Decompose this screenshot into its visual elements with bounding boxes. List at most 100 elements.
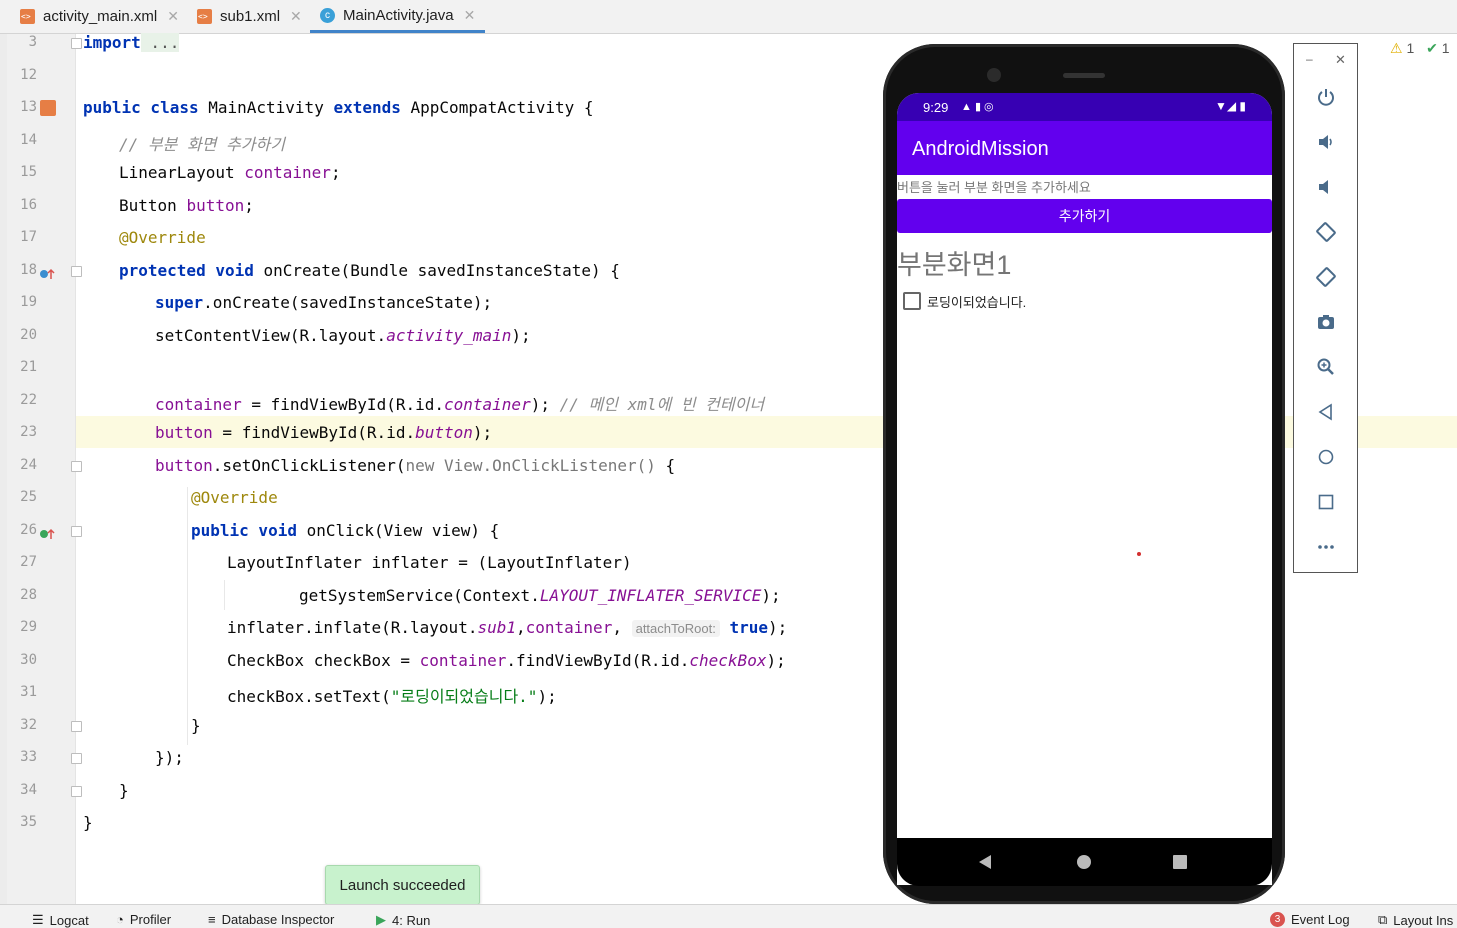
rotate-left-icon[interactable] <box>1314 220 1338 244</box>
anonymous-class: new View.OnClickListener() <box>405 456 656 475</box>
code-line-15[interactable]: LinearLayout container; <box>83 163 341 182</box>
code-line-29[interactable]: inflater.inflate(R.layout.sub1,container… <box>83 618 787 637</box>
add-button[interactable]: 추가하기 <box>897 199 1272 233</box>
line-number: 23 <box>20 424 37 440</box>
zoom-icon[interactable] <box>1314 355 1338 379</box>
fold-toggle[interactable] <box>71 526 82 537</box>
fold-toggle[interactable] <box>71 753 82 764</box>
database-inspector-tab[interactable]: ≡ Database Inspector <box>208 912 334 927</box>
tab-mainactivity-java[interactable]: c MainActivity.java ✕ <box>310 0 486 33</box>
code-line-32[interactable]: } <box>83 716 201 735</box>
tab-label: Event Log <box>1291 912 1350 927</box>
code-line-13[interactable]: public class MainActivity extends AppCom… <box>83 98 594 117</box>
close-icon[interactable]: ✕ <box>1335 52 1346 68</box>
field-name: button <box>186 196 245 215</box>
camera-icon[interactable] <box>1314 310 1338 334</box>
minimize-icon[interactable]: – <box>1306 52 1313 66</box>
tab-sub1-xml[interactable]: sub1.xml ✕ <box>197 0 302 33</box>
android-status-bar: 9:29 ▲ ▮ ◎ ▼◢ ▮ <box>897 93 1272 121</box>
fold-toggle[interactable] <box>71 721 82 732</box>
more-icon[interactable] <box>1314 535 1338 559</box>
code-line-33[interactable]: }); <box>83 748 184 767</box>
code-text: ); <box>511 326 531 345</box>
code-line-19[interactable]: super.onCreate(savedInstanceState); <box>83 293 492 312</box>
folded-imports[interactable]: ... <box>140 33 180 52</box>
volume-up-icon[interactable] <box>1314 130 1338 154</box>
code-line-30[interactable]: CheckBox checkBox = container.findViewBy… <box>83 651 786 670</box>
code-line-27[interactable]: LayoutInflater inflater = (LayoutInflate… <box>83 553 632 572</box>
profiler-tab[interactable]: ◔ Profiler <box>116 912 171 927</box>
tab-activity-main-xml[interactable]: activity_main.xml ✕ <box>20 0 179 33</box>
code-text: AppCompatActivity { <box>400 98 594 117</box>
recents-nav-icon[interactable] <box>1172 854 1188 874</box>
run-tab[interactable]: ▶ 4: Run <box>376 912 430 928</box>
home-icon[interactable] <box>1314 445 1338 469</box>
layout-file-icon[interactable] <box>40 100 56 116</box>
logcat-tab[interactable]: ☰ Logcat <box>32 912 89 928</box>
code-line-35[interactable]: } <box>83 813 93 832</box>
checkbox-label: 로딩이되었습니다. <box>927 295 1027 310</box>
code-line-31[interactable]: checkBox.setText("로딩이되었습니다."); <box>83 683 557 707</box>
static-field: checkBox <box>689 651 767 670</box>
static-field: button <box>415 423 473 442</box>
code-line-28[interactable]: getSystemService(Context.LAYOUT_INFLATER… <box>83 586 781 605</box>
back-nav-icon[interactable] <box>977 854 993 874</box>
fold-toggle[interactable] <box>71 461 82 472</box>
line-number: 12 <box>20 67 37 83</box>
line-number: 24 <box>20 457 37 473</box>
emulator-screen[interactable]: 9:29 ▲ ▮ ◎ ▼◢ ▮ AndroidMission 버튼을 눌러 부분… <box>897 93 1272 885</box>
code-text: ; <box>244 196 254 215</box>
code-line-16[interactable]: Button button; <box>83 196 254 215</box>
close-icon[interactable]: ✕ <box>290 8 302 25</box>
code-line-18[interactable]: protected void onCreate(Bundle savedInst… <box>83 261 620 280</box>
code-text: setContentView(R.layout. <box>155 326 387 345</box>
home-nav-icon[interactable] <box>1076 854 1092 874</box>
fold-toggle[interactable] <box>71 266 82 277</box>
fold-toggle[interactable] <box>71 38 82 49</box>
field-name: container <box>244 163 331 182</box>
code-text: onCreate(Bundle savedInstanceState) { <box>253 261 620 280</box>
code-text: onClick(View view) { <box>296 521 500 540</box>
class-name: MainActivity <box>198 98 334 117</box>
line-number: 15 <box>20 164 37 180</box>
code-line-22[interactable]: container = findViewById(R.id.container)… <box>83 391 764 415</box>
back-icon[interactable] <box>1314 400 1338 424</box>
keyword: protected void <box>119 261 254 280</box>
code-line-23[interactable]: button = findViewById(R.id.button); <box>83 423 492 442</box>
android-nav-bar <box>897 838 1272 886</box>
keyword: extends <box>333 98 401 117</box>
line-number: 32 <box>20 717 37 733</box>
code-text: ); <box>472 423 493 442</box>
close-icon[interactable]: ✕ <box>464 7 476 24</box>
power-icon[interactable] <box>1314 85 1338 109</box>
implement-method-icon[interactable] <box>39 525 55 544</box>
line-number: 18 <box>20 262 37 278</box>
layout-inspector-tab[interactable]: ⧉ Layout Ins <box>1378 912 1453 928</box>
event-log-tab[interactable]: 3 Event Log <box>1270 912 1350 927</box>
checkbox[interactable] <box>903 292 921 310</box>
front-camera <box>987 68 1001 82</box>
parameter-hint: attachToRoot: <box>631 620 720 637</box>
code-line-24[interactable]: button.setOnClickListener(new View.OnCli… <box>83 456 675 475</box>
hint-text: 버튼을 눌러 부분 화면을 추가하세요 <box>897 180 1091 195</box>
code-line-25[interactable]: @Override <box>83 488 278 507</box>
code-line-3[interactable]: import ... <box>83 33 180 52</box>
static-field: activity_main <box>386 326 512 345</box>
code-line-26[interactable]: public void onClick(View view) { <box>83 521 499 540</box>
fold-toggle[interactable] <box>71 786 82 797</box>
line-number: 33 <box>20 749 37 765</box>
volume-down-icon[interactable] <box>1314 175 1338 199</box>
code-line-17[interactable]: @Override <box>83 228 206 247</box>
inspection-widget[interactable]: ⚠ 1 ✔ 1 <box>1390 40 1450 57</box>
line-number: 35 <box>20 814 37 830</box>
close-icon[interactable]: ✕ <box>167 8 179 25</box>
code-text: ); <box>530 395 560 414</box>
static-field: LAYOUT_INFLATER_SERVICE <box>539 586 762 605</box>
code-line-20[interactable]: setContentView(R.layout.activity_main); <box>83 326 531 345</box>
overview-icon[interactable] <box>1314 490 1338 514</box>
rotate-right-icon[interactable] <box>1314 265 1338 289</box>
code-line-14[interactable]: // 부분 화면 추가하기 <box>83 131 285 155</box>
code-line-34[interactable]: } <box>83 781 129 800</box>
override-method-icon[interactable] <box>39 265 55 284</box>
status-time: 9:29 <box>923 100 949 115</box>
